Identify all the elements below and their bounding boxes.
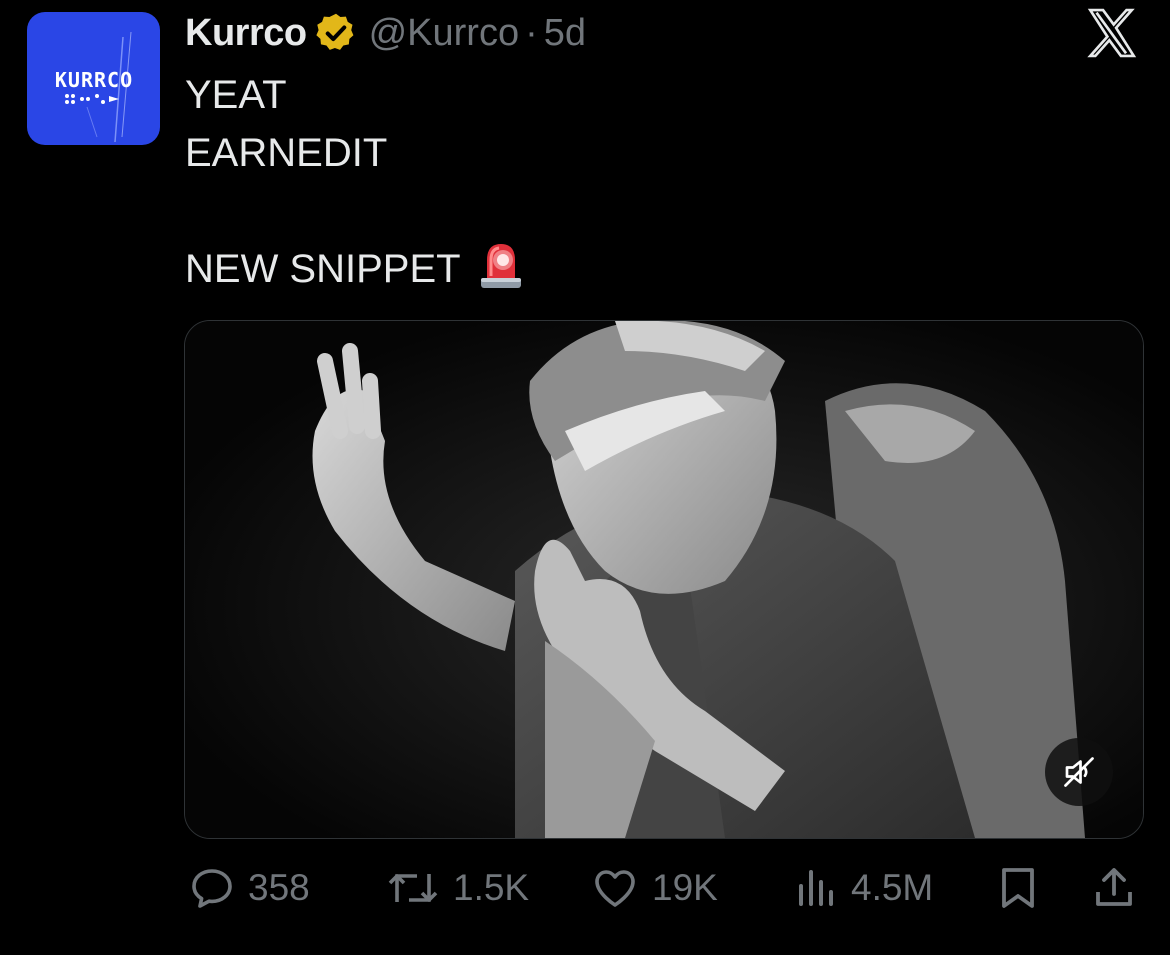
tweet-line-2: EARNEDIT — [185, 131, 388, 175]
share-icon — [1096, 868, 1132, 906]
action-bar: 358 1.5K 19K 4.5M — [0, 860, 1170, 916]
avatar-logo-text: KURRCO — [54, 68, 134, 92]
timestamp[interactable]: 5d — [544, 12, 586, 55]
verified-badge-icon — [314, 11, 358, 55]
reply-count: 358 — [248, 867, 310, 908]
avatar[interactable]: KURRCO — [27, 12, 160, 145]
tweet-line-4-text: NEW SNIPPET — [185, 247, 461, 291]
share-button[interactable] — [1092, 860, 1136, 916]
handle[interactable]: @Kurrco — [369, 12, 520, 55]
repost-icon — [388, 874, 438, 902]
separator-dot: · — [525, 11, 538, 54]
like-button[interactable]: 19K — [590, 860, 718, 916]
bookmark-icon — [1002, 868, 1034, 908]
views-count: 4.5M — [851, 867, 934, 908]
views-button[interactable]: 4.5M — [795, 860, 933, 916]
reply-button[interactable]: 358 — [188, 860, 310, 916]
repost-count: 1.5K — [453, 867, 530, 908]
bookmark-button[interactable] — [996, 860, 1040, 916]
speaker-muted-icon — [1064, 757, 1094, 787]
tweet-line-1: YEAT — [185, 73, 287, 117]
mute-button[interactable] — [1045, 738, 1113, 806]
repost-button[interactable]: 1.5K — [385, 860, 529, 916]
tweet-line-4: NEW SNIPPET — [185, 240, 523, 298]
like-count: 19K — [652, 867, 718, 908]
heart-icon — [595, 870, 635, 907]
video-player[interactable] — [184, 320, 1144, 839]
siren-icon — [479, 240, 523, 290]
tweet-header: Kurrco @Kurrco · 5d — [185, 8, 586, 58]
x-logo-icon[interactable] — [1083, 4, 1141, 62]
display-name[interactable]: Kurrco — [185, 12, 307, 55]
reply-icon — [192, 869, 232, 908]
views-chart-icon — [799, 870, 833, 906]
video-frame-image — [185, 321, 1143, 838]
tweet-text: YEAT EARNEDIT NEW SNIPPET — [185, 66, 523, 298]
